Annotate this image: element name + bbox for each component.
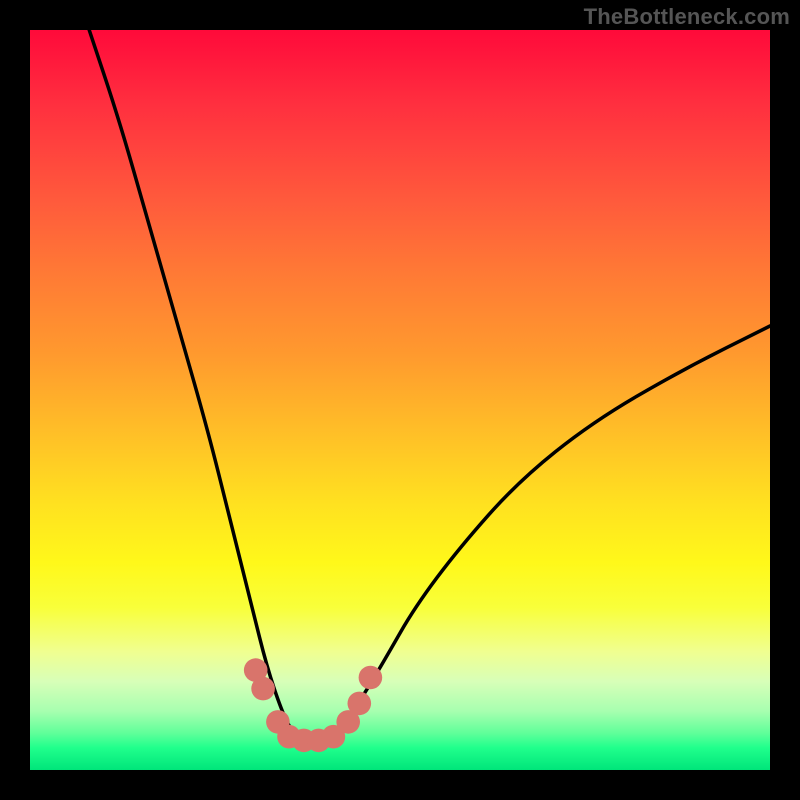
watermark-text: TheBottleneck.com	[584, 4, 790, 30]
curve-marker-dot	[322, 725, 346, 749]
curve-marker-dot	[277, 725, 301, 749]
curve-markers	[244, 658, 382, 752]
bottleneck-curve-line	[89, 30, 770, 740]
curve-marker-dot	[292, 729, 316, 753]
curve-marker-dot	[244, 658, 268, 682]
chart-svg	[30, 30, 770, 770]
curve-marker-dot	[266, 710, 290, 734]
curve-marker-dot	[359, 666, 383, 690]
plot-area	[30, 30, 770, 770]
curve-marker-dot	[336, 710, 360, 734]
curve-marker-dot	[307, 729, 331, 753]
curve-marker-dot	[348, 692, 372, 716]
curve-marker-dot	[251, 677, 275, 701]
chart-frame: TheBottleneck.com	[0, 0, 800, 800]
